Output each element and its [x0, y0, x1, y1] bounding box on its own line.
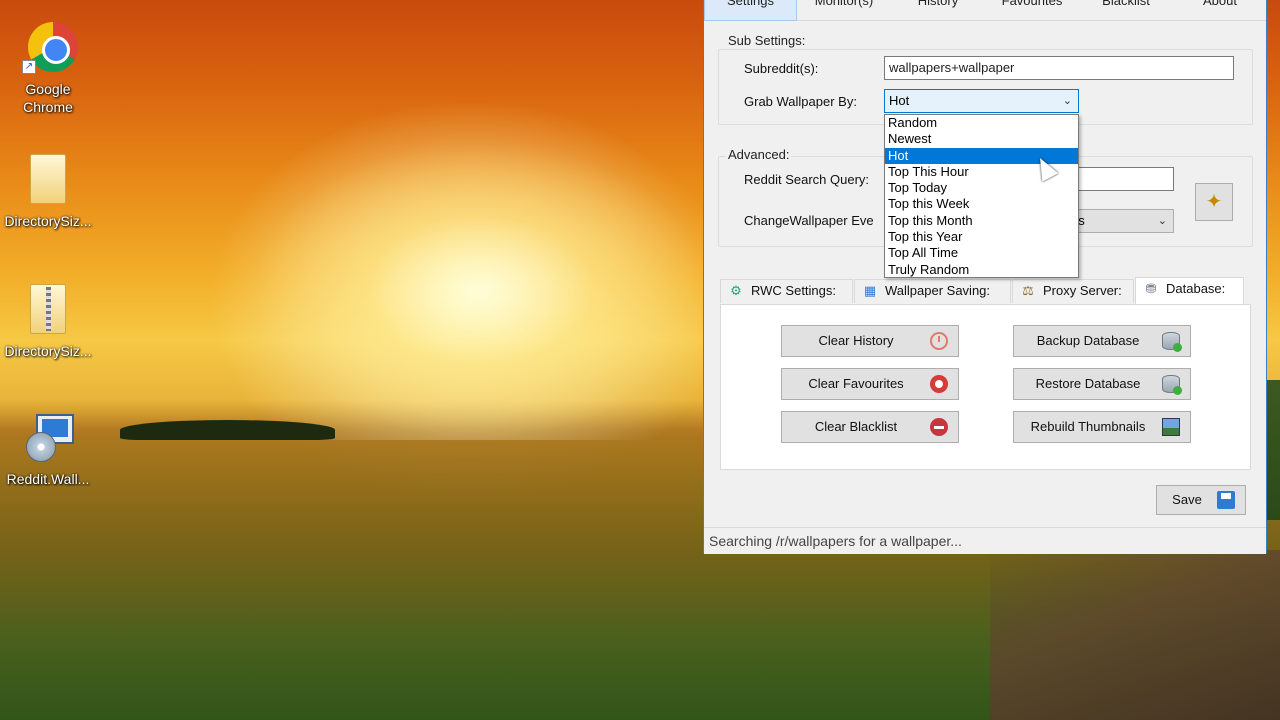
- backup-database-button[interactable]: Backup Database: [1013, 325, 1191, 357]
- heart-icon: [930, 375, 948, 393]
- subreddits-input[interactable]: wallpapers+wallpaper: [884, 56, 1234, 80]
- tab-wallpaper-saving[interactable]: ▦ Wallpaper Saving:: [854, 279, 1011, 303]
- tab-settings[interactable]: Settings: [704, 0, 797, 21]
- button-label: Restore Database: [1035, 376, 1141, 391]
- tab-label: Database:: [1166, 281, 1226, 296]
- block-icon: [930, 418, 948, 436]
- tab-proxy-server[interactable]: ⚖ Proxy Server:: [1012, 279, 1134, 303]
- button-label: Save: [1172, 492, 1202, 507]
- dropdown-option-truly-random[interactable]: Truly Random: [885, 262, 1078, 278]
- dropdown-option-random[interactable]: Random: [885, 115, 1078, 131]
- clear-favourites-button[interactable]: Clear Favourites: [781, 368, 959, 400]
- clear-blacklist-button[interactable]: Clear Blacklist: [781, 411, 959, 443]
- button-label: Rebuild Thumbnails: [1030, 419, 1146, 434]
- grab-wallpaper-dropdown-list: Random Newest Hot Top This Hour Top Toda…: [884, 114, 1079, 278]
- desktop-icon-directorysize-zip[interactable]: DirectorySiz...: [0, 280, 96, 360]
- desktop-icon-chrome[interactable]: ↗ Google Chrome: [0, 18, 96, 116]
- desktop-icon-reddit-wallpaper-installer[interactable]: Reddit.Wall...: [0, 408, 96, 488]
- sun-glow: [250, 140, 710, 440]
- main-tab-strip: Settings Monitor(s) History Favourites B…: [704, 0, 1266, 21]
- magic-wand-button[interactable]: ✦: [1195, 183, 1233, 221]
- grab-wallpaper-select[interactable]: Hot ⌄: [884, 89, 1079, 113]
- chevron-down-icon: ⌄: [1157, 215, 1167, 227]
- tab-rwc-settings[interactable]: ⚙ RWC Settings:: [720, 279, 853, 303]
- database-icon: ⛃: [1145, 281, 1157, 296]
- database-restore-icon: [1162, 375, 1182, 395]
- advanced-title: Advanced:: [726, 147, 792, 162]
- grab-wallpaper-label: Grab Wallpaper By:: [744, 94, 857, 109]
- chrome-icon: ↗: [18, 18, 78, 78]
- floppy-icon: ▦: [863, 283, 877, 298]
- gear-icon: ⚙: [730, 283, 742, 298]
- tab-database[interactable]: ⛃ Database:: [1135, 277, 1244, 305]
- installer-icon: [18, 408, 78, 468]
- desktop-icon-directorysize-folder[interactable]: DirectorySiz...: [0, 150, 96, 230]
- database-backup-icon: [1162, 332, 1182, 352]
- wallpaper-edge: [1266, 380, 1280, 520]
- tab-about[interactable]: About: [1173, 0, 1267, 21]
- dirt-road: [990, 550, 1280, 720]
- clear-history-button[interactable]: Clear History: [781, 325, 959, 357]
- change-wallpaper-every-label: ChangeWallpaper Eve: [744, 213, 874, 228]
- button-label: Backup Database: [1036, 333, 1140, 348]
- subreddits-label: Subreddit(s):: [744, 61, 819, 76]
- dropdown-option-top-today[interactable]: Top Today: [885, 180, 1078, 196]
- desktop-icon-label: Reddit.Wall...: [6, 471, 90, 487]
- tab-history[interactable]: History: [891, 0, 985, 21]
- dropdown-option-top-this-week[interactable]: Top this Week: [885, 196, 1078, 212]
- desktop-icon-label: Google Chrome: [23, 81, 73, 115]
- dropdown-option-top-all-time[interactable]: Top All Time: [885, 245, 1078, 261]
- search-query-label: Reddit Search Query:: [744, 172, 870, 187]
- desktop-icon-label: DirectorySiz...: [4, 343, 92, 359]
- zip-folder-icon: [18, 280, 78, 340]
- treeline: [120, 420, 335, 440]
- picture-icon: [1162, 418, 1180, 436]
- button-label: Clear Favourites: [808, 376, 904, 391]
- dropdown-option-top-this-year[interactable]: Top this Year: [885, 229, 1078, 245]
- magic-wand-icon: ✦: [1205, 191, 1223, 213]
- restore-database-button[interactable]: Restore Database: [1013, 368, 1191, 400]
- tab-monitors[interactable]: Monitor(s): [797, 0, 891, 21]
- desktop-icon-label: DirectorySiz...: [4, 213, 92, 229]
- chevron-down-icon: ⌄: [1062, 95, 1072, 107]
- search-query-input[interactable]: [1064, 167, 1174, 191]
- floppy-save-icon: [1217, 491, 1235, 509]
- button-label: Clear Blacklist: [814, 419, 898, 434]
- tab-label: RWC Settings:: [751, 283, 837, 298]
- status-bar: Searching /r/wallpapers for a wallpaper.…: [704, 527, 1266, 554]
- save-button[interactable]: Save: [1156, 485, 1246, 515]
- tab-favourites[interactable]: Favourites: [985, 0, 1079, 21]
- sub-settings-title: Sub Settings:: [726, 33, 808, 48]
- change-wallpaper-every-select[interactable]: es ⌄: [1064, 209, 1174, 233]
- proxy-icon: ⚖: [1022, 283, 1034, 298]
- rebuild-thumbnails-button[interactable]: Rebuild Thumbnails: [1013, 411, 1191, 443]
- tab-label: Wallpaper Saving:: [885, 283, 991, 298]
- dropdown-option-newest[interactable]: Newest: [885, 131, 1078, 147]
- folder-icon: [18, 150, 78, 210]
- clock-icon: [930, 332, 948, 350]
- dropdown-option-top-this-month[interactable]: Top this Month: [885, 213, 1078, 229]
- grab-wallpaper-value: Hot: [889, 93, 910, 108]
- button-label: Clear History: [818, 333, 894, 348]
- tab-blacklist[interactable]: Blacklist: [1079, 0, 1173, 21]
- tab-label: Proxy Server:: [1043, 283, 1122, 298]
